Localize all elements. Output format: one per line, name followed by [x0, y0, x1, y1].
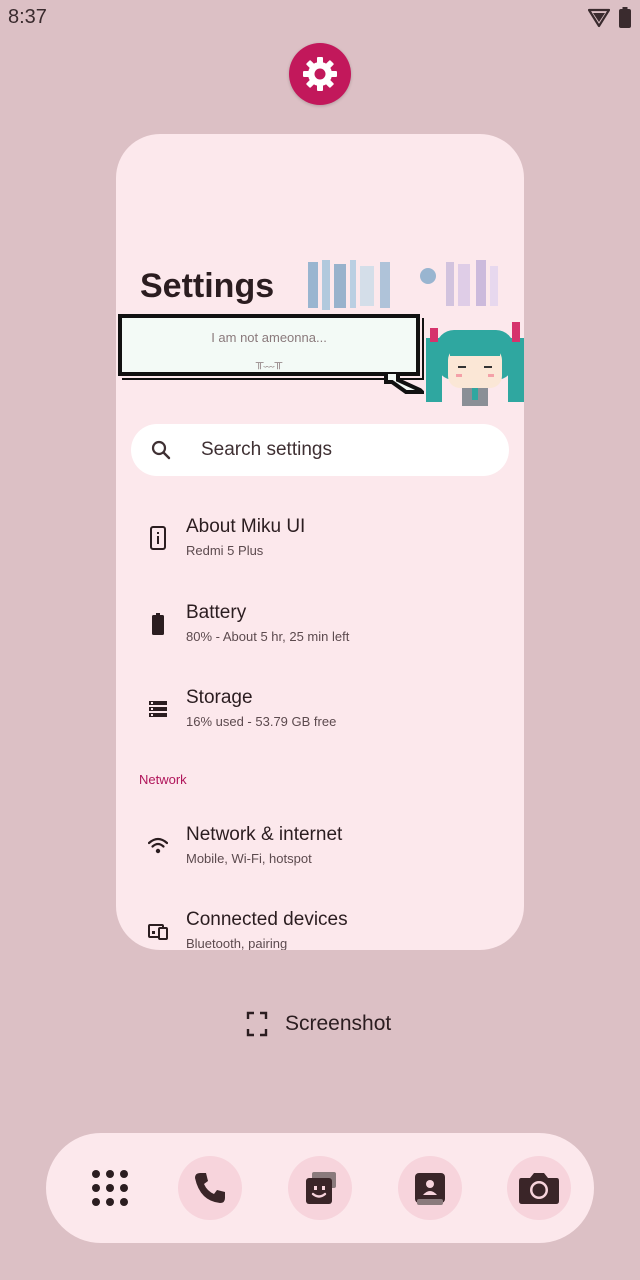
dock-messages[interactable]: [288, 1156, 352, 1220]
devices-icon: [148, 924, 168, 940]
dock-phone[interactable]: [178, 1156, 242, 1220]
status-bar: 8:37: [0, 0, 640, 36]
gear-icon: [303, 57, 337, 91]
settings-app-icon[interactable]: [289, 43, 351, 105]
storage-icon: [149, 701, 167, 717]
phone-icon: [195, 1173, 225, 1203]
screenshot-icon: [246, 1011, 268, 1037]
section-header-network: Network: [139, 772, 187, 787]
settings-item-battery[interactable]: Battery 80% - About 5 hr, 25 min left: [116, 594, 524, 664]
setting-title: Network & internet: [186, 824, 343, 845]
settings-item-network[interactable]: Network & internet Mobile, Wi‑Fi, hotspo…: [116, 816, 524, 886]
settings-item-storage[interactable]: Storage 16% used - 53.79 GB free: [116, 679, 524, 749]
page-title: Settings: [140, 267, 275, 305]
header-banner-art: [308, 260, 498, 310]
search-input[interactable]: Search settings: [131, 424, 509, 476]
dock: [46, 1133, 594, 1243]
battery-status-icon: [619, 7, 631, 33]
battery-icon: [152, 613, 164, 635]
search-icon: [151, 440, 171, 460]
bubble-text: I am not ameonna...: [211, 330, 327, 345]
screenshot-label: Screenshot: [285, 1012, 392, 1035]
search-placeholder: Search settings: [201, 439, 332, 460]
setting-title: Storage: [186, 687, 253, 708]
speech-bubble-tail: [384, 372, 424, 394]
settings-recent-card[interactable]: Settings I am not ameonna... ╥﹏╥ Search …: [116, 134, 524, 950]
setting-subtitle: Bluetooth, pairing: [186, 936, 288, 950]
wifi-signal-icon: [587, 8, 611, 33]
dock-app-drawer[interactable]: [78, 1156, 142, 1220]
camera-icon: [519, 1173, 559, 1204]
character-sticker: [426, 322, 524, 406]
setting-subtitle: Mobile, Wi‑Fi, hotspot: [186, 851, 312, 866]
bubble-emoticon: ╥﹏╥: [255, 357, 283, 369]
phone-info-icon: [150, 526, 166, 550]
speech-bubble: I am not ameonna... ╥﹏╥: [118, 314, 420, 376]
setting-title: Connected devices: [186, 909, 348, 930]
dock-contacts[interactable]: [398, 1156, 462, 1220]
dock-camera[interactable]: [507, 1156, 571, 1220]
status-time: 8:37: [8, 6, 47, 28]
messages-icon: [306, 1172, 336, 1204]
screenshot-button[interactable]: Screenshot: [246, 1006, 416, 1042]
setting-title: About Miku UI: [186, 516, 306, 537]
setting-subtitle: 80% - About 5 hr, 25 min left: [186, 629, 350, 644]
contacts-icon: [415, 1173, 445, 1205]
wifi-icon: [148, 837, 168, 854]
settings-item-connected-devices[interactable]: Connected devices Bluetooth, pairing: [116, 901, 524, 950]
setting-subtitle: Redmi 5 Plus: [186, 543, 264, 558]
app-drawer-icon: [92, 1170, 128, 1206]
setting-title: Battery: [186, 602, 247, 623]
setting-subtitle: 16% used - 53.79 GB free: [186, 714, 337, 729]
settings-item-about[interactable]: About Miku UI Redmi 5 Plus: [116, 508, 524, 578]
